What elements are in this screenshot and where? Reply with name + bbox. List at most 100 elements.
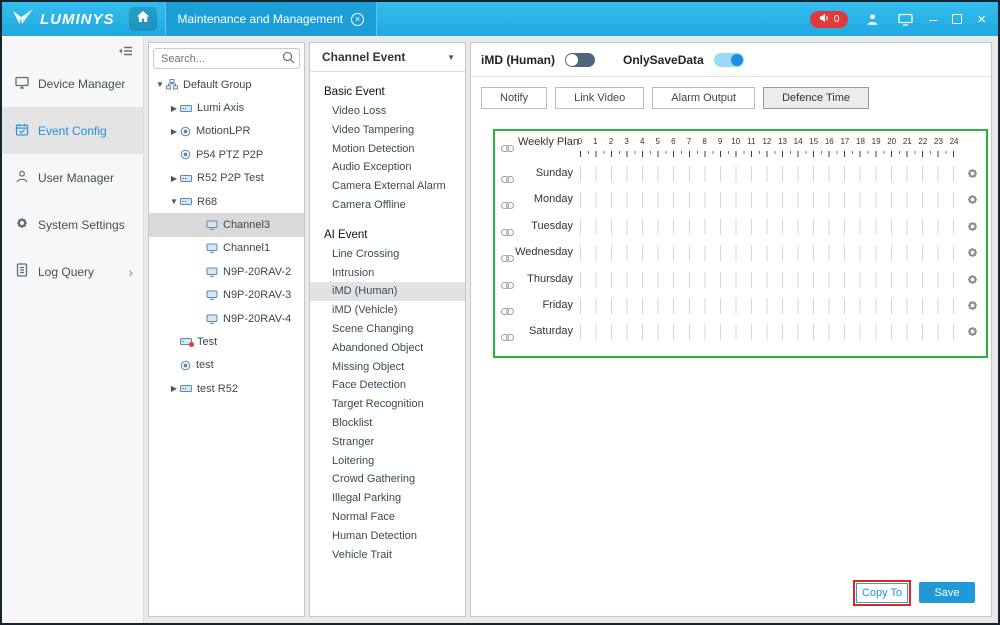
enable-toggle[interactable] — [565, 53, 595, 67]
link-all-icon[interactable] — [501, 139, 514, 157]
close-button[interactable]: × — [977, 11, 986, 28]
search-icon[interactable] — [282, 51, 295, 69]
tree-node-r68[interactable]: ▼ R68 — [149, 190, 304, 213]
alarm-sound-badge[interactable]: 0 — [810, 11, 849, 28]
timeline-monday[interactable] — [580, 192, 954, 208]
event-item-imd-vehicle[interactable]: iMD (Vehicle) — [310, 301, 465, 320]
event-item-camera-offline[interactable]: Camera Offline — [310, 196, 465, 215]
event-item-audio-exception[interactable]: Audio Exception — [310, 158, 465, 177]
screen-icon[interactable] — [896, 10, 914, 28]
expand-right-icon[interactable]: ▶ — [168, 174, 180, 183]
nvr-icon — [180, 384, 192, 393]
brand-name: LUMINYS — [40, 11, 115, 28]
event-item-missing-object[interactable]: Missing Object — [310, 358, 465, 377]
event-config-panel: iMD (Human) OnlySaveData Notify Link Vid… — [470, 42, 992, 617]
event-item-camera-external-alarm[interactable]: Camera External Alarm — [310, 177, 465, 196]
expand-down-icon[interactable]: ▼ — [154, 80, 166, 89]
event-item-line-crossing[interactable]: Line Crossing — [310, 245, 465, 264]
toggle-knob — [731, 54, 743, 66]
tab-alarm-output[interactable]: Alarm Output — [652, 87, 755, 109]
event-item-crowd-gathering[interactable]: Crowd Gathering — [310, 470, 465, 489]
expand-right-icon[interactable]: ▶ — [168, 104, 180, 113]
sidebar-collapse-icon[interactable] — [118, 44, 133, 62]
event-item-abandoned-object[interactable]: Abandoned Object — [310, 339, 465, 358]
only-save-data-toggle[interactable] — [714, 53, 744, 67]
expand-down-icon[interactable]: ▼ — [168, 197, 180, 206]
dome-camera-icon — [180, 149, 191, 160]
tree-node-n9p-20rav-2[interactable]: N9P-20RAV-2 — [149, 260, 304, 283]
tree-node-n9p-20rav-3[interactable]: N9P-20RAV-3 — [149, 284, 304, 307]
event-list-panel: Channel Event ▼ Basic Event Video Loss V… — [309, 42, 466, 617]
timeline-sunday[interactable] — [580, 166, 954, 182]
tab-link-video[interactable]: Link Video — [555, 87, 644, 109]
timeline-thursday[interactable] — [580, 272, 954, 288]
sidebar-item-label: Event Config — [38, 124, 107, 138]
sidebar-item-system-settings[interactable]: System Settings — [2, 201, 143, 248]
gear-icon[interactable] — [966, 246, 979, 264]
tree-node-lumi-axis[interactable]: ▶ Lumi Axis — [149, 96, 304, 119]
event-item-illegal-parking[interactable]: Illegal Parking — [310, 489, 465, 508]
maximize-button[interactable] — [952, 14, 962, 24]
copy-to-button[interactable]: Copy To — [856, 583, 908, 603]
sidebar-item-user-manager[interactable]: User Manager — [2, 154, 143, 201]
save-button[interactable]: Save — [919, 582, 975, 603]
event-item-intrusion[interactable]: Intrusion — [310, 264, 465, 283]
event-item-video-loss[interactable]: Video Loss — [310, 102, 465, 121]
tree-node-test[interactable]: test — [149, 354, 304, 377]
timeline-tuesday[interactable] — [580, 219, 954, 235]
search-input[interactable] — [153, 48, 300, 69]
event-item-loitering[interactable]: Loitering — [310, 452, 465, 471]
tree-node-channel1[interactable]: Channel1 — [149, 237, 304, 260]
event-item-vehicle-trait[interactable]: Vehicle Trait — [310, 546, 465, 565]
sidebar-item-event-config[interactable]: Event Config — [2, 107, 143, 154]
tree-node-test-offline[interactable]: Test — [149, 330, 304, 353]
tab-close-icon[interactable]: × — [351, 13, 364, 26]
dome-camera-icon — [180, 360, 191, 371]
tree-node-p54-ptz-p2p[interactable]: P54 PTZ P2P — [149, 143, 304, 166]
tree-node-test-r52[interactable]: ▶ test R52 — [149, 377, 304, 400]
expand-right-icon[interactable]: ▶ — [168, 127, 180, 136]
tree-node-label: R68 — [197, 196, 217, 208]
event-item-blocklist[interactable]: Blocklist — [310, 414, 465, 433]
timeline-saturday[interactable] — [580, 324, 954, 340]
tree-node-label: P54 PTZ P2P — [196, 149, 263, 161]
schedule-row-thursday: Thursday — [495, 267, 986, 293]
event-item-human-detection[interactable]: Human Detection — [310, 527, 465, 546]
home-button[interactable] — [129, 7, 157, 31]
tree-node-default-group[interactable]: ▼ Default Group — [149, 73, 304, 96]
tree-node-label: N9P-20RAV-3 — [223, 289, 291, 301]
gear-icon[interactable] — [966, 273, 979, 291]
only-save-data-label: OnlySaveData — [623, 53, 704, 67]
schedule-row-saturday: Saturday — [495, 319, 986, 345]
gear-icon[interactable] — [966, 220, 979, 238]
config-tabs: Notify Link Video Alarm Output Defence T… — [481, 87, 869, 109]
gear-icon[interactable] — [966, 299, 979, 317]
event-item-normal-face[interactable]: Normal Face — [310, 508, 465, 527]
event-item-target-recognition[interactable]: Target Recognition — [310, 395, 465, 414]
app-window: LUMINYS Maintenance and Management × 0 — [0, 0, 1000, 625]
user-icon[interactable] — [863, 10, 881, 28]
event-item-motion-detection[interactable]: Motion Detection — [310, 140, 465, 159]
event-item-stranger[interactable]: Stranger — [310, 433, 465, 452]
tree-node-motionlpr[interactable]: ▶ MotionLPR — [149, 120, 304, 143]
tree-node-n9p-20rav-4[interactable]: N9P-20RAV-4 — [149, 307, 304, 330]
event-category-dropdown[interactable]: Channel Event ▼ — [310, 43, 465, 72]
event-item-scene-changing[interactable]: Scene Changing — [310, 320, 465, 339]
tree-node-channel3[interactable]: Channel3 — [149, 213, 304, 236]
expand-right-icon[interactable]: ▶ — [168, 384, 180, 393]
sidebar-item-device-manager[interactable]: Device Manager — [2, 60, 143, 107]
event-item-imd-human[interactable]: iMD (Human) — [310, 282, 465, 301]
tab-defence-time[interactable]: Defence Time — [763, 87, 869, 109]
event-item-face-detection[interactable]: Face Detection — [310, 376, 465, 395]
sidebar-item-log-query[interactable]: Log Query › — [2, 248, 143, 295]
gear-icon[interactable] — [966, 325, 979, 343]
timeline-wednesday[interactable] — [580, 245, 954, 261]
gear-icon[interactable] — [966, 193, 979, 211]
event-item-video-tampering[interactable]: Video Tampering — [310, 121, 465, 140]
timeline-friday[interactable] — [580, 298, 954, 314]
tab-notify[interactable]: Notify — [481, 87, 547, 109]
gear-icon[interactable] — [966, 167, 979, 185]
tab-maintenance-management[interactable]: Maintenance and Management × — [165, 2, 377, 36]
tree-node-r52-p2p-test[interactable]: ▶ R52 P2P Test — [149, 167, 304, 190]
minimize-button[interactable]: – — [929, 11, 937, 27]
